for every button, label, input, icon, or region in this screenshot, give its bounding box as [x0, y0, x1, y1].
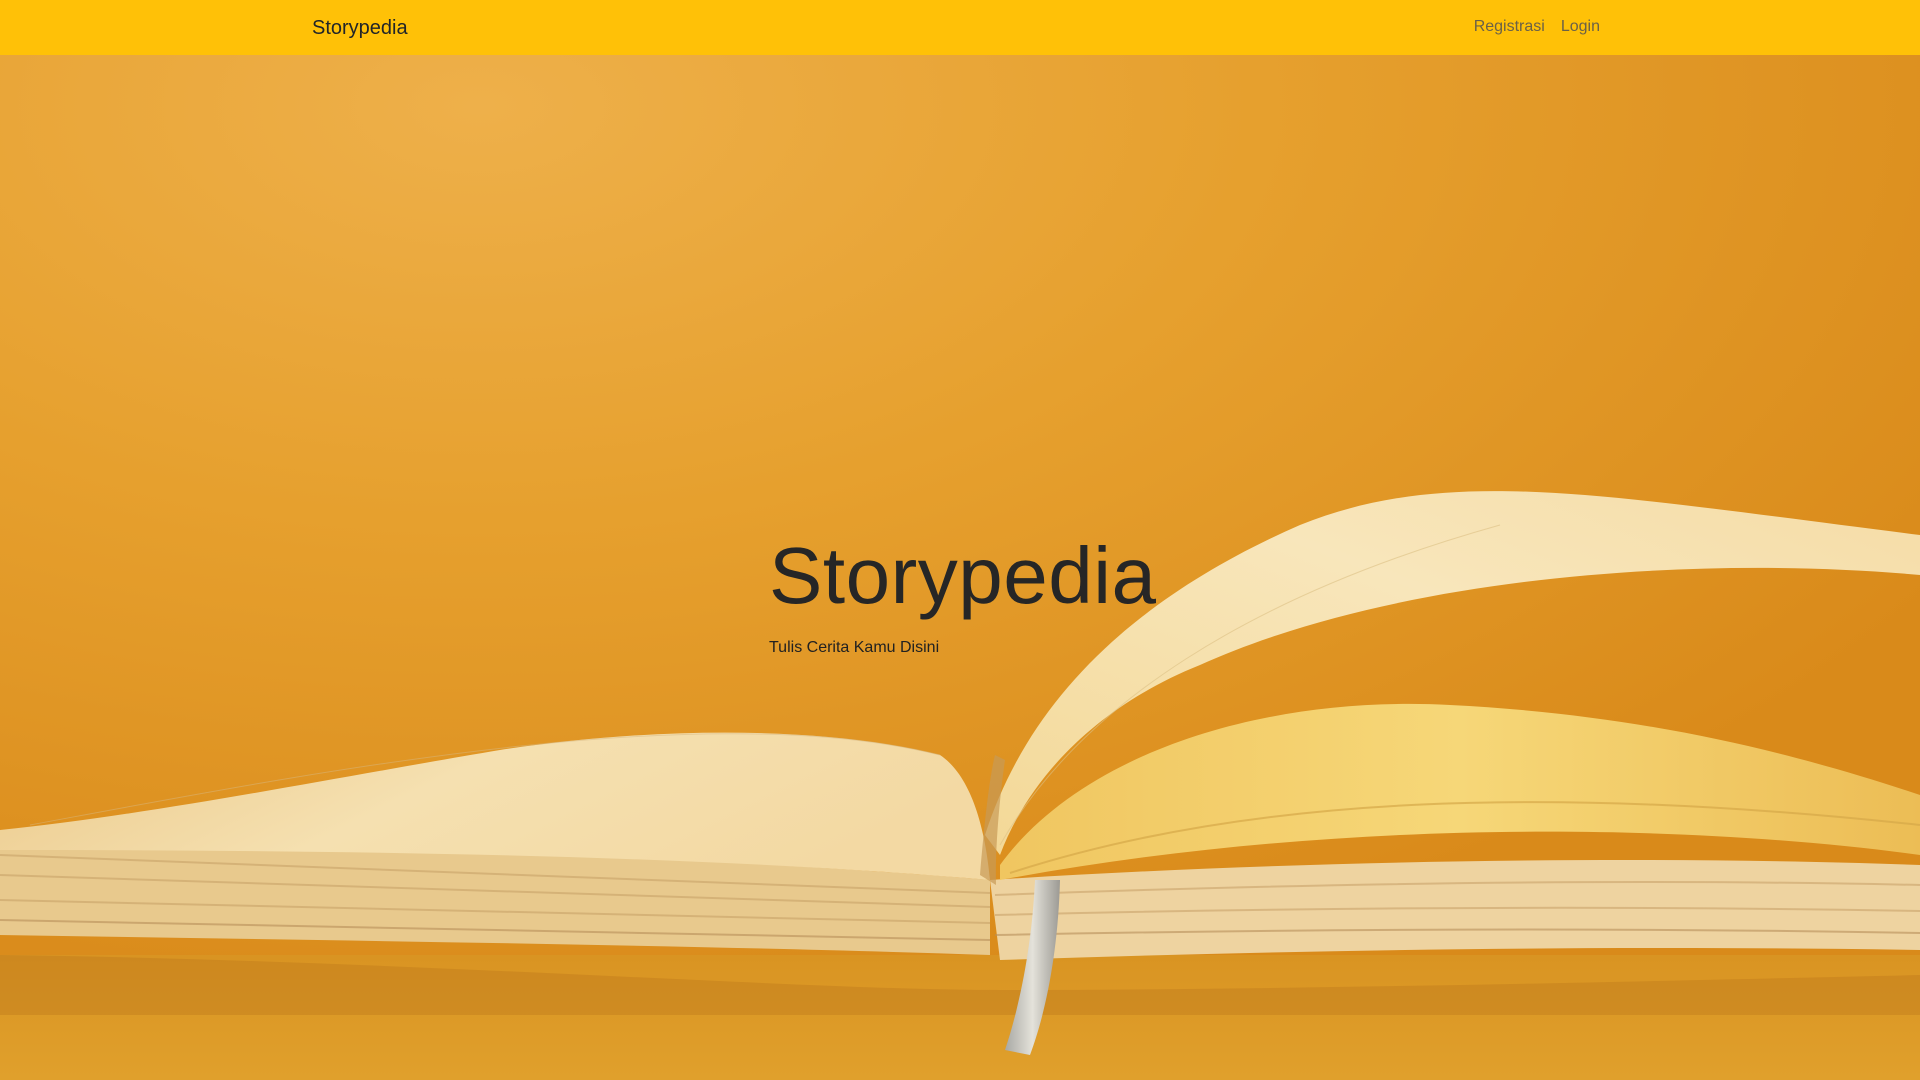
brand-link[interactable]: Storypedia — [312, 16, 408, 40]
landing-page: Storypedia Registrasi Login Storypedia T… — [0, 0, 1920, 1080]
hero-subtitle: Tulis Cerita Kamu Disini — [769, 639, 940, 656]
top-navbar: Storypedia Registrasi Login — [0, 0, 1920, 55]
login-link[interactable]: Login — [1561, 17, 1600, 37]
hero-section: Storypedia Tulis Cerita Kamu Disini — [769, 528, 1156, 658]
hero-title: Storypedia — [769, 531, 1157, 620]
nav-links: Registrasi Login — [1474, 17, 1600, 37]
register-link[interactable]: Registrasi — [1474, 17, 1545, 37]
